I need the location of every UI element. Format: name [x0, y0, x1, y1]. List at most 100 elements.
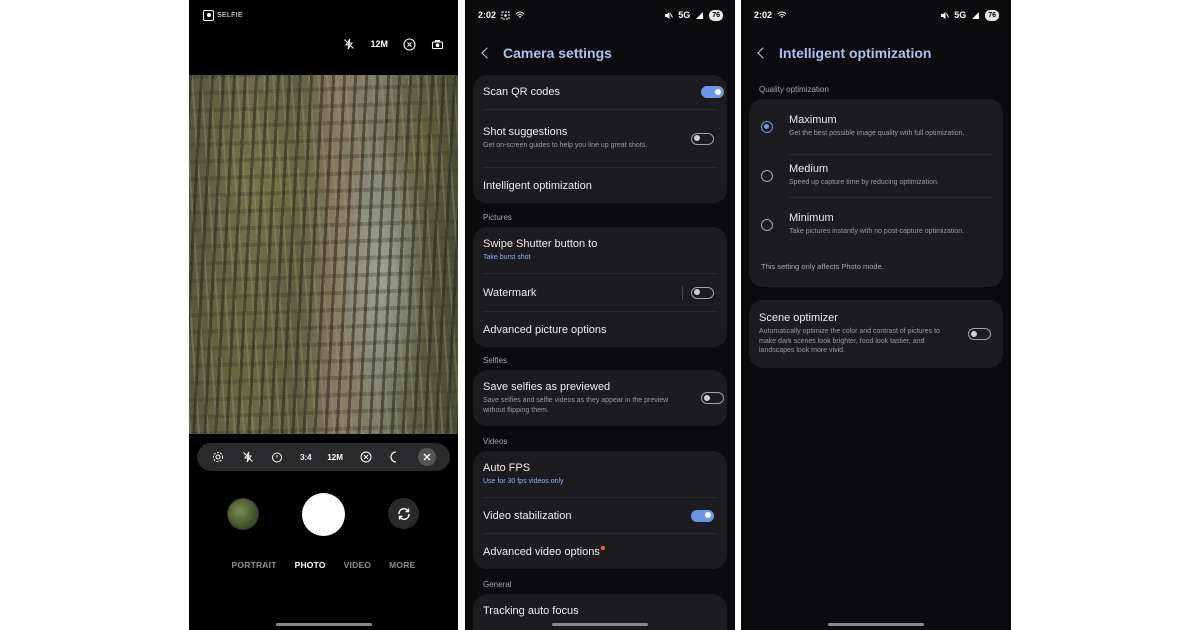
camera-viewfinder[interactable] [189, 75, 458, 434]
flash-off-icon[interactable] [342, 37, 356, 51]
timer-icon[interactable] [270, 450, 284, 464]
radio-maximum[interactable] [761, 120, 773, 133]
photo-mode-note: This setting only affects Photo mode. [761, 262, 884, 271]
gallery-thumbnail[interactable] [227, 498, 259, 530]
scene-optimizer-card: Scene optimizer Automatically optimize t… [749, 300, 1003, 368]
scan-qr-toggle[interactable] [701, 86, 724, 98]
bar-resolution-label[interactable]: 12M [327, 453, 343, 462]
setting-title: Advanced video options [483, 545, 717, 558]
optimization-header: Intelligent optimization [757, 45, 932, 61]
setting-scan-qr-codes[interactable]: Scan QR codes [473, 75, 727, 109]
camera-quick-bar: 3:4 12M [197, 443, 450, 471]
settings-gear-icon[interactable] [211, 450, 225, 464]
selfie-label: SELFIE [217, 12, 243, 19]
motion-photo-icon[interactable] [402, 37, 416, 51]
page-title: Intelligent optimization [779, 45, 932, 61]
motion-photo-icon[interactable] [359, 450, 373, 464]
setting-title: Intelligent optimization [483, 179, 592, 192]
home-indicator[interactable] [275, 623, 372, 626]
setting-value: Use for 30 fps videos only [483, 477, 564, 485]
section-pictures: Pictures [483, 213, 512, 222]
back-arrow-icon[interactable] [757, 47, 769, 59]
setting-title-text: Advanced video options [483, 545, 600, 558]
option-subtitle: Speed up capture time by reducing optimi… [789, 179, 939, 187]
camera-screen: SELFIE 12M 3:4 12M PORTRAIT PHOTO VIDEO … [189, 0, 458, 630]
setting-title: Swipe Shutter button to [483, 237, 598, 250]
settings-card-videos: Auto FPS Use for 30 fps videos only Vide… [473, 451, 727, 569]
settings-card-pictures: Swipe Shutter button to Take burst shot … [473, 227, 727, 347]
setting-title: Save selfies as previewed [483, 381, 611, 394]
selfie-toggle[interactable]: SELFIE [203, 10, 243, 21]
setting-value: Take burst shot [483, 253, 531, 261]
video-stabilization-toggle[interactable] [691, 509, 714, 522]
wifi-icon [777, 11, 787, 18]
setting-swipe-shutter[interactable]: Swipe Shutter button to Take burst shot [473, 227, 727, 273]
aspect-ratio-label[interactable]: 3:4 [300, 453, 312, 462]
screenshot-icon [501, 11, 510, 19]
status-bar: 2:02 5G 76 [754, 9, 999, 21]
save-selfies-toggle[interactable] [701, 392, 724, 404]
camera-settings-screen: 2:02 5G 76 Camera settings Scan QR codes… [465, 0, 735, 630]
mode-video[interactable]: VIDEO [344, 560, 371, 570]
setting-advanced-video-options[interactable]: Advanced video options [483, 533, 717, 569]
mode-photo[interactable]: PHOTO [295, 560, 326, 570]
filter-partial-icon[interactable] [388, 450, 402, 464]
battery-level: 76 [709, 9, 723, 21]
selfie-icon [203, 10, 214, 21]
scene-optimizer-toggle[interactable] [968, 328, 991, 340]
mute-icon [665, 11, 674, 19]
network-type: 5G [678, 10, 691, 20]
mode-portrait[interactable]: PORTRAIT [232, 560, 277, 570]
battery-level: 76 [985, 9, 999, 21]
section-videos: Videos [483, 437, 508, 446]
home-indicator[interactable] [552, 623, 648, 626]
setting-title: Shot suggestions [483, 126, 568, 139]
status-time: 2:02 [478, 10, 497, 20]
setting-watermark[interactable]: Watermark [483, 273, 717, 311]
setting-title: Scene optimizer [759, 312, 838, 325]
setting-video-stabilization[interactable]: Video stabilization [483, 497, 717, 533]
new-badge-dot [600, 545, 605, 550]
quality-options-card: Maximum Get the best possible image qual… [749, 99, 1003, 287]
page-title: Camera settings [503, 45, 612, 61]
mode-more[interactable]: MORE [389, 560, 415, 570]
option-subtitle: Take pictures instantly with no post-cap… [789, 228, 965, 236]
close-quick-bar-button[interactable] [418, 448, 437, 466]
flash-off-icon[interactable] [241, 450, 255, 464]
radio-minimum[interactable] [761, 218, 773, 231]
signal-icon [696, 11, 704, 19]
section-general: General [483, 580, 512, 589]
home-indicator[interactable] [828, 623, 924, 626]
setting-save-selfies-as-previewed[interactable]: Save selfies as previewed Save selfies a… [473, 370, 727, 426]
resolution-label[interactable]: 12M [370, 39, 388, 49]
setting-shot-suggestions[interactable]: Shot suggestions Get on-screen guides to… [483, 109, 717, 167]
settings-card-general-top: Scan QR codes Shot suggestions Get on-sc… [473, 75, 727, 203]
camera-mode-selector: PORTRAIT PHOTO VIDEO MORE [189, 560, 458, 570]
status-time: 2:02 [754, 10, 773, 20]
setting-intelligent-optimization[interactable]: Intelligent optimization [483, 167, 717, 203]
option-maximum[interactable]: Maximum Get the best possible image qual… [749, 99, 1003, 154]
setting-auto-fps[interactable]: Auto FPS Use for 30 fps videos only [473, 451, 727, 497]
settings-card-selfies: Save selfies as previewed Save selfies a… [473, 370, 727, 426]
network-type: 5G [954, 10, 967, 20]
switch-camera-button[interactable] [388, 498, 419, 529]
wifi-icon [515, 11, 525, 18]
filter-icon[interactable] [430, 37, 444, 51]
option-medium[interactable]: Medium Speed up capture time by reducing… [749, 154, 1003, 197]
watermark-toggle[interactable] [691, 286, 714, 299]
shot-suggestions-toggle[interactable] [691, 132, 714, 145]
back-arrow-icon[interactable] [481, 47, 493, 59]
setting-advanced-picture-options[interactable]: Advanced picture options [483, 311, 717, 347]
shutter-button[interactable] [302, 493, 345, 536]
mute-icon [941, 11, 950, 19]
setting-title: Advanced picture options [483, 323, 607, 336]
setting-subtitle: Get on-screen guides to help you line up… [483, 142, 648, 150]
divider [682, 285, 683, 300]
radio-medium[interactable] [761, 169, 773, 182]
switch-camera-icon [397, 507, 410, 520]
setting-scene-optimizer[interactable]: Scene optimizer Automatically optimize t… [749, 300, 1003, 368]
option-minimum[interactable]: Minimum Take pictures instantly with no … [749, 197, 1003, 252]
section-quality-optimization: Quality optimization [759, 85, 829, 94]
status-bar: 2:02 5G 76 [478, 9, 723, 21]
section-selfies: Selfies [483, 356, 508, 365]
